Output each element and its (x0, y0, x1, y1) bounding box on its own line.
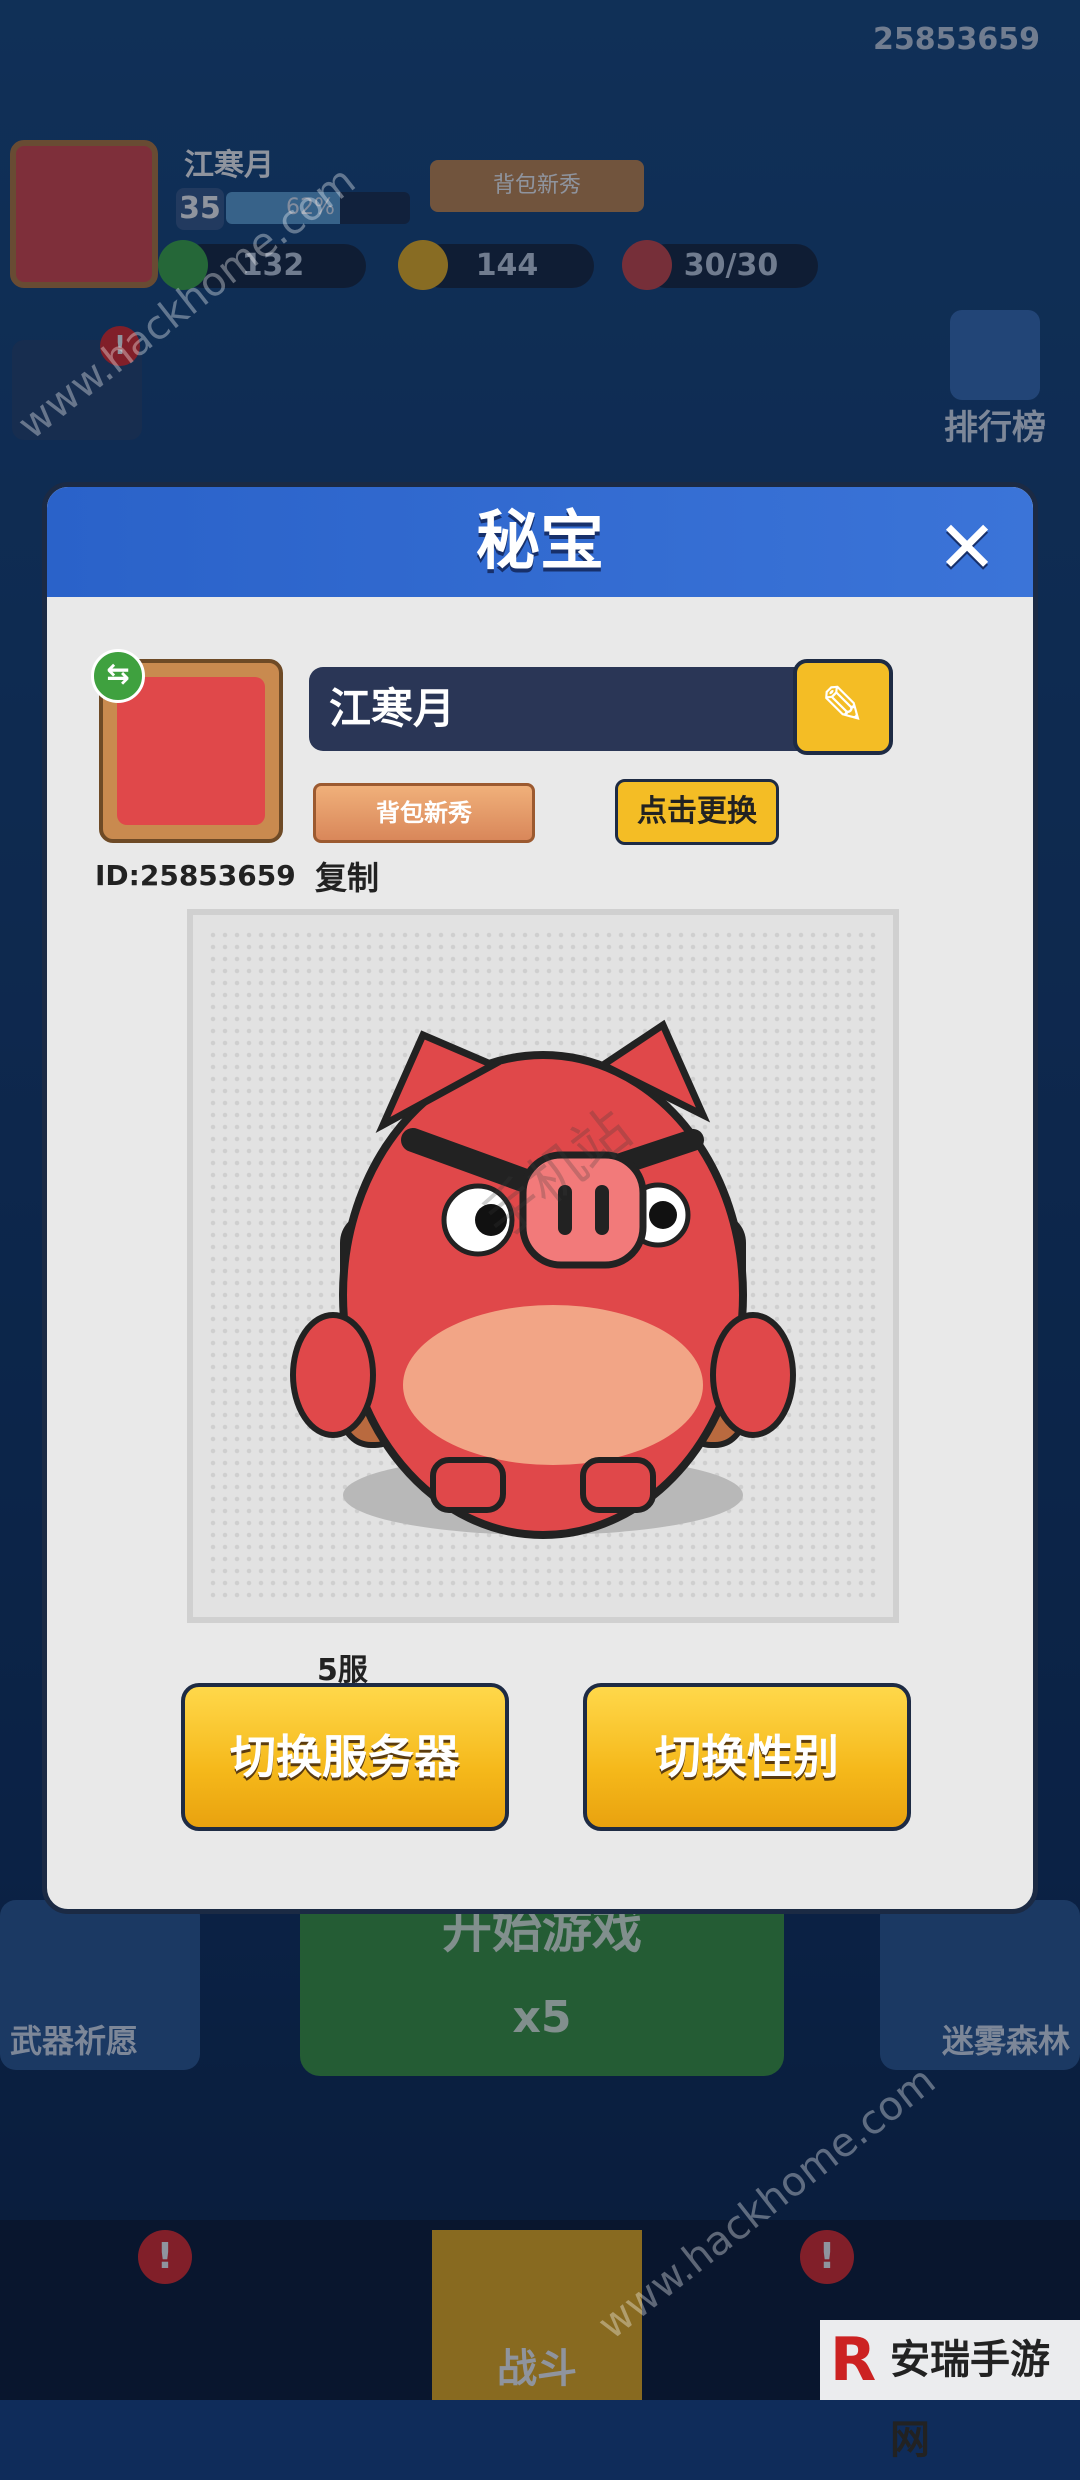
player-name-field[interactable]: 江寒月 (309, 667, 839, 751)
switch-gender-button[interactable]: 切换性别 (583, 1683, 911, 1831)
swap-icon[interactable]: ⇆ (91, 649, 145, 703)
title-badge: 背包新秀 (313, 783, 535, 843)
modal-title: 秘宝 (476, 505, 604, 579)
player-id-text: ID:25853659 (95, 859, 296, 892)
site-logo: R 安瑞手游网 (820, 2320, 1080, 2463)
site-logo-text: 安瑞手游网 (890, 2337, 1050, 2463)
switch-server-button[interactable]: 切换服务器 (181, 1683, 509, 1831)
pencil-icon: ✎ (820, 674, 866, 737)
pig-avatar-image (117, 677, 265, 825)
character-showcase (187, 909, 899, 1623)
pig-character-image (290, 1019, 796, 1539)
copy-id-button[interactable]: 复制 (315, 853, 379, 899)
change-title-button[interactable]: 点击更换 (615, 779, 779, 845)
close-icon[interactable]: ✕ (935, 511, 999, 583)
site-logo-icon: R (830, 2325, 877, 2395)
edit-name-button[interactable]: ✎ (793, 659, 893, 755)
